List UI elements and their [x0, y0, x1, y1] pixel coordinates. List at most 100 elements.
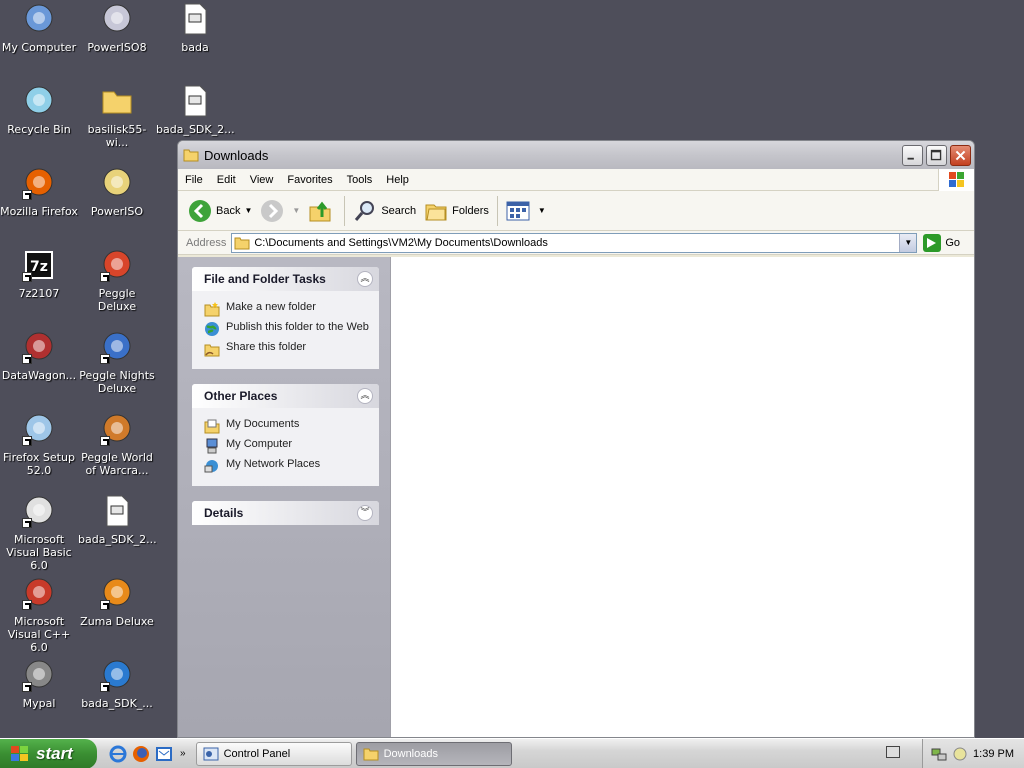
search-icon [355, 200, 375, 221]
explorer-window[interactable]: Downloads File Edit View Favorites Tools… [177, 140, 975, 738]
menu-favorites[interactable]: Favorites [280, 174, 339, 186]
desktop-icon[interactable]: Microsoft Visual C++ 6.0 [0, 576, 78, 654]
desktop-icon[interactable]: bada_SDK_2... [156, 84, 235, 136]
make-new-folder-link[interactable]: Make a new folder [204, 301, 371, 317]
menu-tools[interactable]: Tools [340, 174, 380, 186]
my-computer-icon [206, 438, 218, 454]
language-bar-icon[interactable] [886, 746, 900, 758]
go-button[interactable]: Go [923, 233, 960, 252]
search-button[interactable]: Search [349, 195, 420, 227]
desktop-icon-label: 7z2107 [18, 287, 60, 300]
menu-bar: File Edit View Favorites Tools Help [178, 169, 974, 191]
my-documents-link[interactable]: My Documents [204, 418, 371, 434]
publish-folder-link[interactable]: Publish this folder to the Web [204, 321, 371, 337]
desktop-icon-label: Peggle Nights Deluxe [79, 369, 155, 395]
shortcut-arrow-icon [100, 600, 110, 610]
title-bar[interactable]: Downloads [178, 141, 974, 169]
collapse-icon[interactable]: ︽ [357, 388, 373, 404]
desktop-icon[interactable]: DataWagon... [0, 330, 78, 382]
chevron-down-icon[interactable]: ▼ [899, 233, 917, 252]
control-panel-icon [203, 747, 219, 760]
desktop-icon-label: Firefox Setup 52.0 [3, 451, 75, 477]
desktop-icon-label: bada_SDK_2... [78, 533, 157, 546]
shortcut-arrow-icon [100, 436, 110, 446]
desktop-icon[interactable]: Microsoft Visual Basic 6.0 [0, 494, 78, 572]
toolbar-separator [344, 195, 346, 226]
globe-icon [205, 322, 219, 336]
shortcut-arrow-icon [22, 272, 32, 282]
collapse-icon[interactable]: ︽ [357, 271, 373, 287]
folders-button[interactable]: Folders [420, 195, 493, 227]
other-places-header[interactable]: Other Places ︽ [192, 384, 379, 408]
shortcut-arrow-icon [22, 354, 32, 364]
desktop-icon[interactable]: Recycle Bin [0, 84, 78, 136]
network-places-icon [204, 460, 218, 473]
forward-button[interactable]: ▼ [256, 195, 304, 227]
desktop-icon[interactable]: PowerISO [78, 166, 156, 218]
menu-file[interactable]: File [178, 174, 210, 186]
desktop-icon[interactable]: bada_SDK_... [78, 658, 156, 710]
window-title: Downloads [204, 147, 269, 163]
file-list-area[interactable] [390, 257, 974, 737]
network-icon[interactable] [931, 746, 947, 762]
desktop-icon[interactable]: bada [156, 2, 234, 54]
back-button[interactable]: Back ▼ [184, 195, 256, 227]
bada-file-icon [178, 2, 212, 36]
views-button[interactable]: ▼ [502, 195, 550, 227]
desktop-icon[interactable]: bada_SDK_2... [78, 494, 157, 546]
chevron-down-icon[interactable]: ▼ [538, 206, 546, 215]
shortcut-arrow-icon [100, 354, 110, 364]
minimize-button[interactable] [902, 144, 923, 166]
folders-label: Folders [452, 204, 489, 217]
shortcut-arrow-icon [22, 682, 32, 692]
desktop-icon-label: Microsoft Visual Basic 6.0 [6, 533, 72, 572]
desktop-icon[interactable]: Firefox Setup 52.0 [0, 412, 78, 477]
internet-explorer-icon[interactable] [109, 745, 127, 763]
other-places-panel: Other Places ︽ My Documents My Computer … [192, 384, 379, 486]
menu-edit[interactable]: Edit [210, 174, 243, 186]
menu-help[interactable]: Help [379, 174, 416, 186]
expand-icon[interactable]: ︾ [357, 505, 373, 521]
desktop-icon[interactable]: My Computer [0, 2, 78, 54]
desktop-icon[interactable]: 7z 7z2107 [0, 248, 78, 300]
sdk-file-icon [178, 84, 212, 118]
quick-launch-overflow[interactable]: » [180, 748, 186, 759]
my-network-places-link[interactable]: My Network Places [204, 458, 371, 474]
my-computer-link[interactable]: My Computer [204, 438, 371, 454]
file-folder-tasks-panel: File and Folder Tasks ︽ Make a new folde… [192, 267, 379, 369]
maximize-button[interactable] [926, 144, 947, 166]
close-button[interactable] [950, 144, 971, 166]
outlook-express-icon[interactable] [155, 745, 173, 763]
clock[interactable]: 1:39 PM [973, 748, 1014, 760]
chevron-down-icon[interactable]: ▼ [244, 206, 252, 215]
volume-icon[interactable] [952, 746, 968, 762]
my-documents-icon [204, 419, 220, 434]
desktop-icon[interactable]: basilisk55-wi... [78, 84, 156, 149]
up-button[interactable] [304, 195, 340, 227]
menu-view[interactable]: View [243, 174, 281, 186]
desktop-icon[interactable]: Mypal [0, 658, 78, 710]
address-input[interactable]: C:\Documents and Settings\VM2\My Documen… [231, 232, 918, 253]
desktop-icon[interactable]: Peggle Nights Deluxe [78, 330, 156, 395]
taskbar-downloads[interactable]: Downloads [355, 741, 512, 766]
chevron-down-icon[interactable]: ▼ [292, 206, 300, 215]
desktop-icon-label: Recycle Bin [7, 123, 71, 136]
desktop-icon[interactable]: Zuma Deluxe [78, 576, 156, 628]
desktop-icon[interactable]: Peggle World of Warcra... [78, 412, 156, 477]
7zip-icon: 7z [22, 248, 56, 282]
shortcut-arrow-icon [22, 518, 32, 528]
desktop-icon[interactable]: Peggle Deluxe [78, 248, 156, 313]
desktop-icon[interactable]: Mozilla Firefox [0, 166, 78, 218]
panel-title: Other Places [204, 389, 278, 403]
poweriso-icon [100, 166, 134, 200]
share-folder-link[interactable]: Share this folder [204, 341, 371, 357]
peggle-wow-icon [100, 412, 134, 446]
start-button[interactable]: start [0, 738, 97, 768]
taskbar-control-panel[interactable]: Control Panel [195, 741, 352, 766]
firefox-icon[interactable] [132, 745, 150, 763]
forward-arrow-icon [261, 199, 284, 222]
go-arrow-icon [923, 233, 942, 252]
desktop-icon[interactable]: PowerISO8 [78, 2, 156, 54]
details-header[interactable]: Details ︾ [192, 501, 379, 525]
file-folder-tasks-header[interactable]: File and Folder Tasks ︽ [192, 267, 379, 291]
